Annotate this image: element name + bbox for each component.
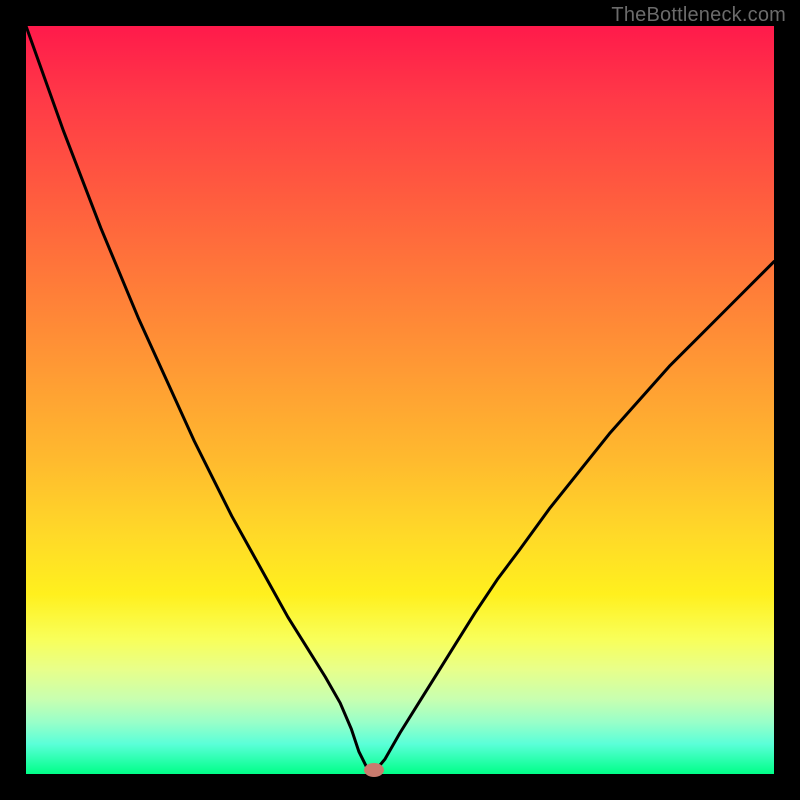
plot-area bbox=[26, 26, 774, 774]
min-marker bbox=[364, 763, 384, 777]
curve-svg bbox=[26, 26, 774, 774]
chart-frame: TheBottleneck.com bbox=[0, 0, 800, 800]
bottleneck-curve bbox=[26, 26, 774, 773]
watermark-text: TheBottleneck.com bbox=[611, 4, 786, 27]
